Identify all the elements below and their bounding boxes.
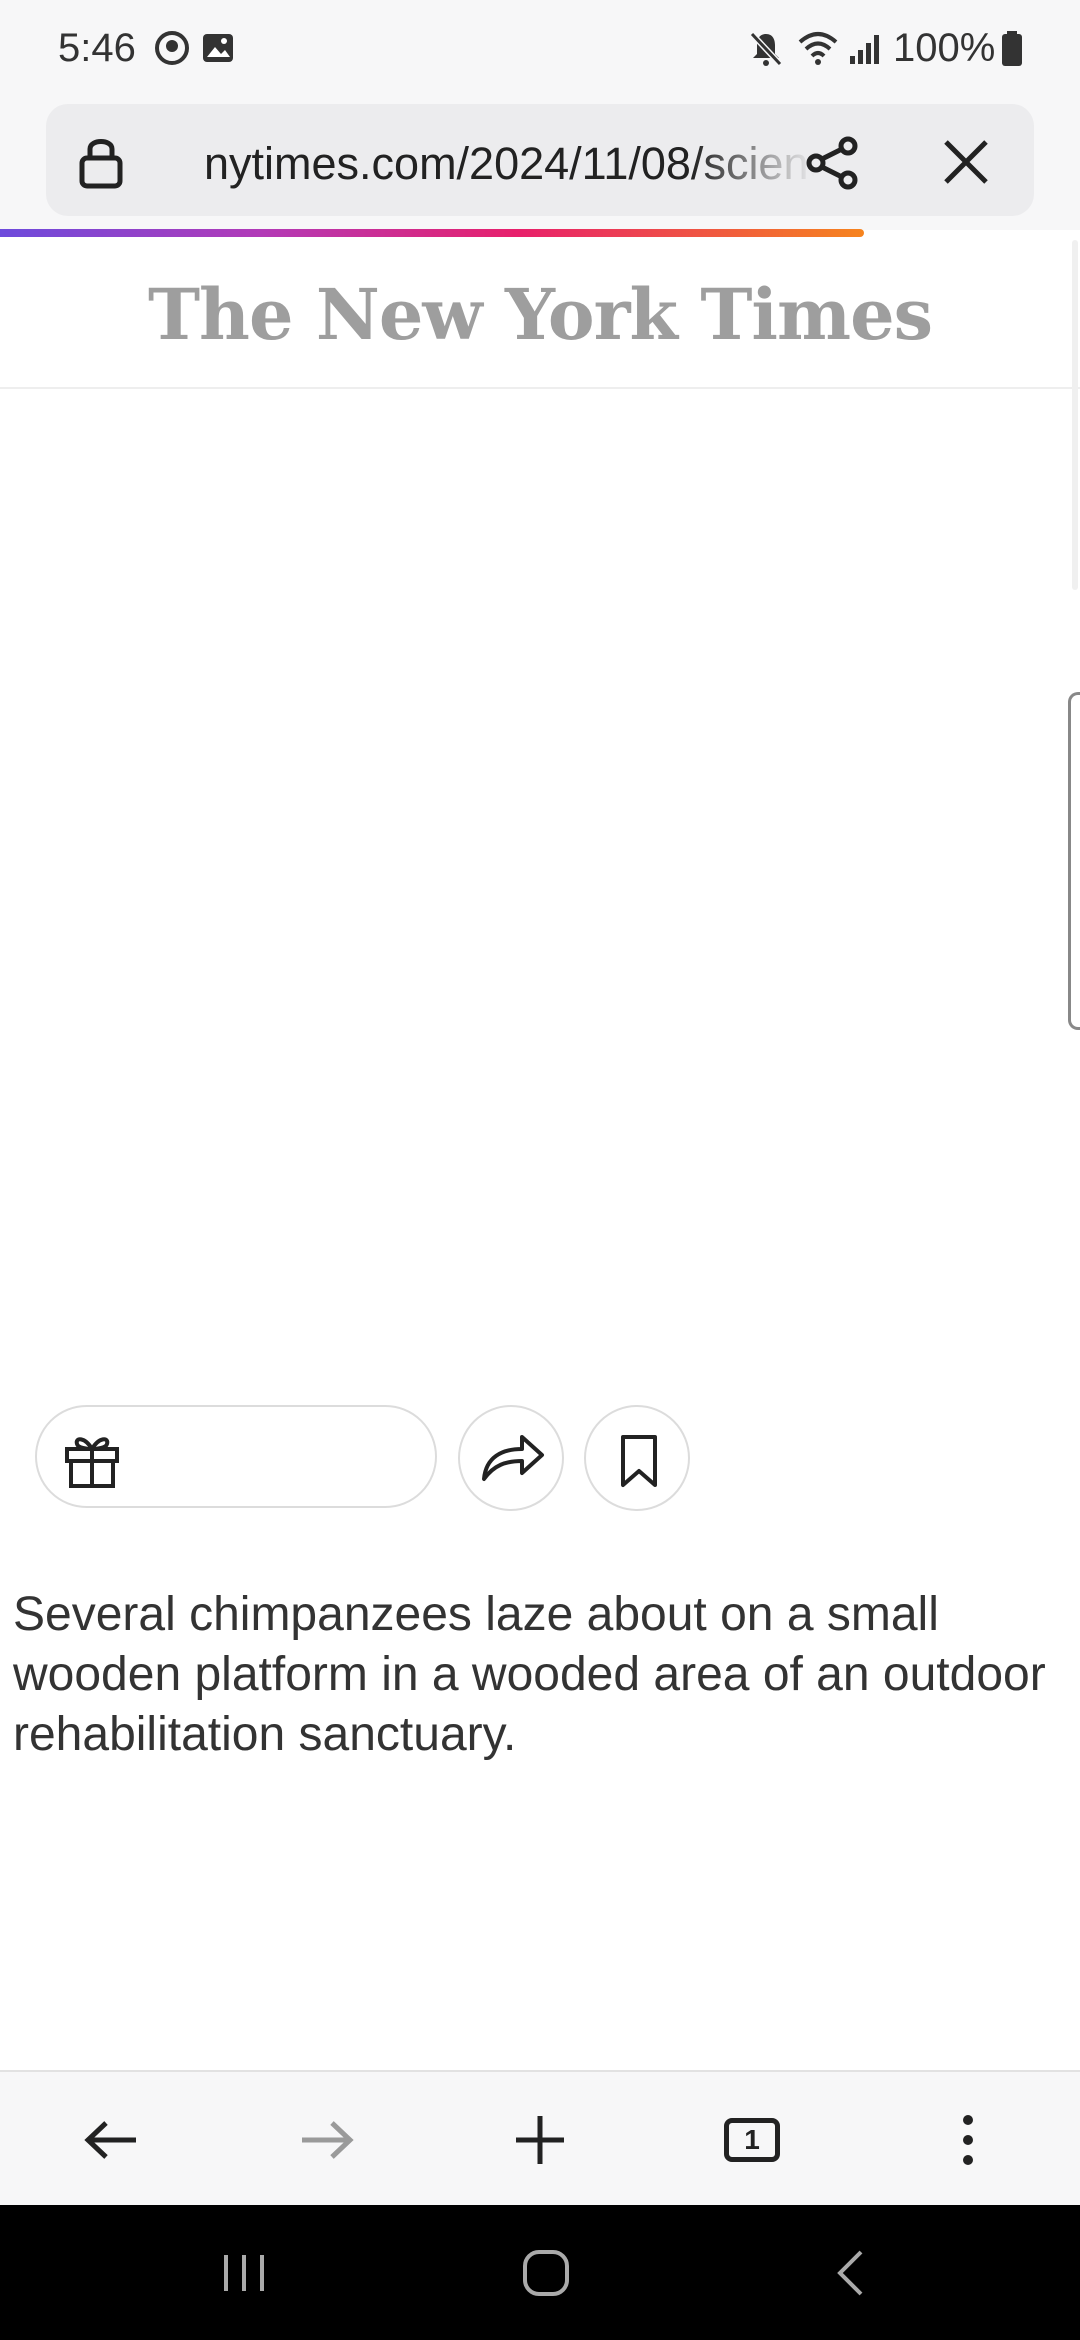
url-text[interactable]: nytimes.com/2024/11/08/science/chimpanze…	[204, 138, 814, 190]
lock-icon[interactable]	[78, 134, 124, 195]
address-bar[interactable]: nytimes.com/2024/11/08/science/chimpanze…	[46, 104, 1034, 216]
home-button[interactable]	[466, 2205, 626, 2340]
battery-percentage: 100%	[893, 26, 996, 70]
tabs-button[interactable]: 1	[692, 2072, 812, 2207]
gallery-icon	[200, 30, 236, 71]
page-load-progress	[0, 229, 864, 237]
system-navigation-bar	[0, 2205, 1080, 2340]
share-icon[interactable]	[804, 136, 860, 195]
scrollbar[interactable]	[1072, 240, 1078, 590]
arrow-left-icon	[84, 2120, 136, 2159]
menu-button[interactable]	[908, 2072, 1028, 2207]
browser-address-area: nytimes.com/2024/11/08/science/chimpanze…	[0, 100, 1080, 230]
site-header: The New York Times	[0, 237, 1080, 389]
arrow-right-icon	[302, 2120, 354, 2159]
nyt-logo[interactable]: The New York Times	[0, 273, 1080, 356]
snapchat-icon	[154, 30, 190, 71]
forward-button[interactable]	[266, 2072, 386, 2207]
share-arrow-icon	[482, 1435, 544, 1481]
system-back-button[interactable]	[770, 2205, 930, 2340]
share-article-button[interactable]	[458, 1405, 564, 1511]
battery-icon	[1000, 30, 1024, 73]
bookmark-icon	[621, 1435, 657, 1487]
plus-icon	[516, 2115, 564, 2164]
browser-toolbar: 1	[0, 2070, 1080, 2205]
edge-panel-handle[interactable]	[1068, 692, 1080, 1030]
recent-apps-button[interactable]	[164, 2205, 324, 2340]
save-article-button[interactable]	[584, 1405, 690, 1511]
status-time: 5:46	[58, 26, 136, 70]
status-bar: 5:46 100%	[0, 0, 1080, 100]
gift-article-button[interactable]	[35, 1405, 437, 1508]
tab-count: 1	[724, 2117, 780, 2162]
chevron-left-icon	[837, 2250, 863, 2295]
mute-icon	[748, 30, 784, 73]
back-button[interactable]	[52, 2072, 172, 2207]
more-vert-icon	[963, 2114, 973, 2165]
wifi-icon	[796, 30, 840, 71]
recents-icon	[224, 2254, 264, 2291]
gift-icon	[65, 1437, 119, 1488]
image-caption: Several chimpanzees laze about on a smal…	[13, 1588, 1046, 1761]
signal-icon	[848, 30, 884, 71]
close-icon[interactable]	[942, 138, 990, 191]
home-icon	[523, 2249, 569, 2296]
new-tab-button[interactable]	[480, 2072, 600, 2207]
